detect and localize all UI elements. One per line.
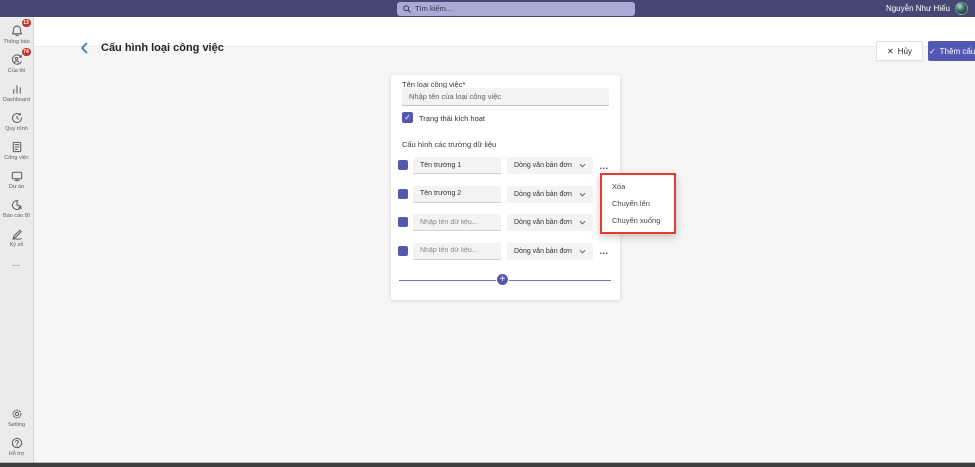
field-type-dropdown[interactable]: Dòng văn bản đơn (507, 214, 593, 231)
sidebar-item-my-work[interactable]: 74 Của tôi (0, 48, 33, 74)
cancel-button-label: Hủy (897, 46, 912, 56)
fields-section-label: Cấu hình các trường dữ liệu (402, 140, 497, 149)
field-row-checkbox[interactable] (398, 188, 408, 199)
tasks-icon (12, 141, 21, 152)
active-status-label: Trạng thái kích hoạt (419, 114, 486, 123)
field-row-checkbox[interactable] (398, 245, 408, 256)
my-work-badge: 74 (21, 48, 31, 56)
sidebar: 13 Thông báo 74 Của tôi Dashboard Quy tr… (0, 17, 34, 463)
field-row: Dòng văn bản đơn ... (391, 157, 620, 174)
field-type-dropdown[interactable]: Dòng văn bản đơn (507, 157, 593, 174)
notifications-badge: 13 (21, 19, 31, 27)
field-type-value: Dòng văn bản đơn (514, 219, 572, 226)
my-work-icon (11, 53, 22, 65)
help-icon (11, 437, 22, 448)
sidebar-item-label: Dự án (8, 184, 25, 190)
field-row: Dòng văn bản đơn ... (391, 242, 620, 260)
window-bottom-edge (0, 462, 975, 467)
row-context-menu: Xóa Chuyển lên Chuyển xuống (600, 173, 676, 234)
user-area[interactable]: Nguyễn Như Hiếu (886, 0, 968, 17)
field-type-dropdown[interactable]: Dòng văn bản đơn (507, 242, 593, 260)
menu-item-move-down[interactable]: Chuyển xuống (602, 212, 674, 229)
sidebar-item-projects[interactable]: Dự án (0, 168, 33, 190)
check-icon: ✓ (928, 46, 936, 56)
back-button[interactable] (79, 42, 91, 54)
sidebar-item-label: Quy trình (5, 126, 28, 132)
page-title: Cấu hình loại công việc (101, 42, 224, 54)
app-window: Nguyễn Như Hiếu 13 Thông báo (0, 0, 975, 467)
search-icon (403, 4, 411, 13)
user-name: Nguyễn Như Hiếu (885, 4, 950, 13)
avatar[interactable] (955, 2, 968, 15)
chevron-down-icon (579, 220, 586, 225)
job-type-name-input[interactable] (402, 88, 609, 106)
sidebar-item-label: Công việc (4, 155, 29, 161)
sidebar-item-bi-report[interactable]: Báo cáo BI (0, 197, 33, 219)
sidebar-item-help[interactable]: Hỗ trợ (0, 435, 33, 457)
more-icon: ⋯ (11, 260, 22, 270)
sidebar-item-label: Báo cáo BI (3, 213, 30, 219)
field-name-input[interactable] (413, 157, 501, 174)
sidebar-item-label: Hỗ trợ (8, 451, 25, 457)
top-bar: Nguyễn Như Hiếu (0, 0, 975, 17)
page-header: Cấu hình loại công việc ✕ Hủy ✓ Thêm cấu… (34, 17, 975, 61)
field-row: Dòng văn bản đơn ... (391, 214, 620, 231)
search-input[interactable] (415, 4, 629, 13)
menu-item-move-up[interactable]: Chuyển lên (602, 195, 674, 212)
add-config-button[interactable]: ✓ Thêm cấu hình (928, 41, 975, 61)
active-status-checkbox[interactable]: ✓ (402, 112, 413, 123)
sidebar-item-label: Thông báo (3, 39, 30, 45)
sidebar-item-notifications[interactable]: 13 Thông báo (0, 19, 33, 45)
field-row-checkbox[interactable] (398, 160, 408, 170)
dashboard-icon (12, 84, 21, 94)
row-more-button[interactable]: ... (596, 243, 612, 260)
field-type-dropdown[interactable]: Dòng văn bản đơn (507, 185, 593, 203)
projects-icon (11, 171, 22, 181)
field-row: Dòng văn bản đơn ... (391, 185, 620, 203)
field-type-value: Dòng văn bản đơn (514, 247, 572, 255)
add-field-button[interactable]: + (496, 273, 509, 286)
field-row-checkbox[interactable] (398, 217, 408, 227)
gear-icon (12, 409, 21, 418)
sidebar-item-label: Ký số (9, 242, 24, 248)
close-icon: ✕ (887, 46, 894, 56)
sidebar-item-tasks[interactable]: Công việc (0, 139, 33, 161)
field-type-value: Dòng văn bản đơn (514, 162, 572, 169)
sidebar-item-dashboard[interactable]: Dashboard (0, 81, 33, 103)
sidebar-item-setting[interactable]: Setting (0, 406, 33, 428)
sidebar-item-more[interactable]: ⋯ (0, 260, 33, 271)
process-icon (11, 112, 22, 123)
chevron-down-icon (579, 249, 586, 254)
sidebar-item-signature[interactable]: Ký số (0, 226, 33, 248)
chevron-down-icon (579, 192, 586, 197)
field-name-input[interactable] (413, 214, 501, 231)
field-type-value: Dòng văn bản đơn (514, 190, 572, 198)
chevron-down-icon (579, 163, 586, 168)
sidebar-item-label: Setting (7, 422, 26, 428)
config-form-card: Tên loại công việc* ✓ Trạng thái kích ho… (391, 75, 620, 300)
cancel-button[interactable]: ✕ Hủy (876, 41, 923, 61)
search-box[interactable] (397, 1, 635, 16)
field-name-input[interactable] (413, 242, 501, 260)
sidebar-item-process[interactable]: Quy trình (0, 110, 33, 132)
signature-icon (11, 229, 22, 240)
sidebar-item-label: Dashboard (3, 97, 30, 103)
bi-report-icon (11, 199, 22, 210)
bell-icon (11, 25, 22, 36)
row-more-button[interactable]: ... (596, 157, 612, 174)
add-config-button-label: Thêm cấu hình (939, 46, 975, 56)
menu-item-delete[interactable]: Xóa (602, 178, 674, 195)
field-name-input[interactable] (413, 185, 501, 203)
sidebar-item-label: Của tôi (7, 68, 26, 74)
